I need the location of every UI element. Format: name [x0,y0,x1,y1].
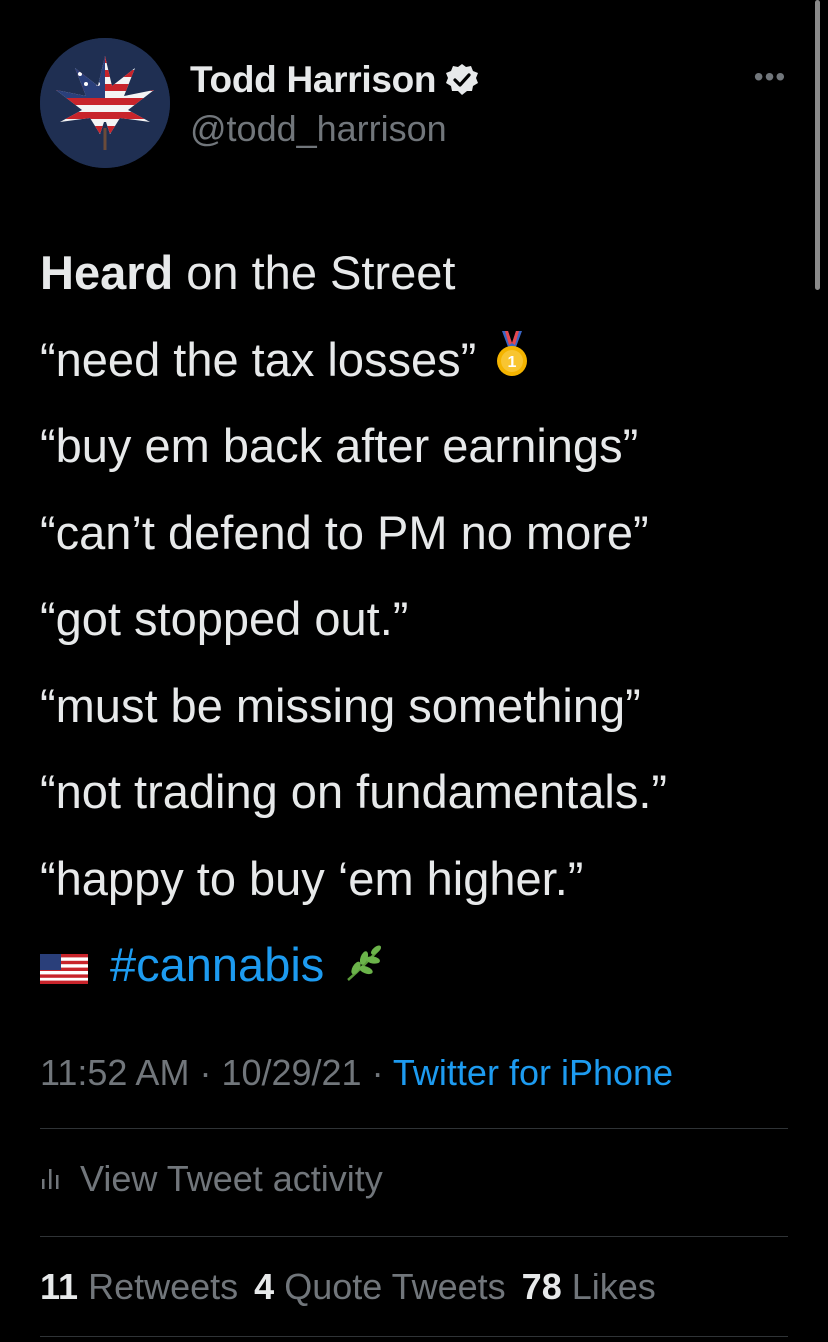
author-display-name[interactable]: Todd Harrison [190,59,437,101]
retweets-stat[interactable]: 11 Retweets [40,1266,238,1307]
quote-tweets-count: 4 [254,1266,275,1307]
tweet-line: “not trading on fundamentals.” [40,765,668,818]
divider [40,1128,788,1129]
usa-flag-cannabis-leaf-avatar [40,38,170,168]
gold-medal-icon: 1 [494,320,530,407]
likes-stat[interactable]: 78 Likes [522,1266,656,1307]
tweet-text: Heard on the Street “need the tax losses… [40,230,810,1009]
tweet-time: 11:52 AM [40,1052,190,1093]
avatar[interactable] [40,38,170,168]
verified-badge-icon [444,62,480,98]
us-flag-icon [40,925,88,1012]
tweet-meta: 11:52 AM · 10/29/21 · Twitter for iPhone [40,1052,673,1094]
divider [40,1236,788,1237]
author-handle[interactable]: @todd_harrison [190,108,447,150]
tweet-detail-view: Todd Harrison @todd_harrison ••• Heard o… [0,0,828,1342]
tweet-date: 10/29/21 [221,1052,362,1093]
tweet-line: Heard on the Street [40,230,810,317]
tweet-line: “got stopped out.” [40,592,409,645]
view-tweet-activity-label: View Tweet activity [80,1158,383,1199]
svg-text:1: 1 [508,354,517,371]
tweet-line-text: “need the tax losses” [40,332,477,386]
meta-separator: · [361,1052,393,1093]
meta-separator: · [189,1052,222,1093]
hashtag-link[interactable]: #cannabis [110,938,324,991]
tweet-line: “need the tax losses” 1 [40,317,810,404]
quote-tweets-label: Quote Tweets [284,1266,506,1307]
scrollbar[interactable] [815,0,820,290]
tweet-source-link[interactable]: Twitter for iPhone [393,1052,673,1093]
hashtag-line: #cannabis [40,922,810,1009]
tweet-line: “happy to buy ‘em higher.” [40,851,584,905]
bar-chart-icon [40,1158,64,1200]
retweets-label: Retweets [88,1266,239,1307]
quote-tweets-stat[interactable]: 4 Quote Tweets [254,1266,506,1307]
retweets-count: 11 [40,1266,79,1307]
more-options-button[interactable]: ••• [748,62,792,92]
tweet-stats: 11 Retweets 4 Quote Tweets 78 Likes [40,1266,656,1308]
tweet-line-text: on the Street [173,246,456,299]
divider [40,1336,788,1337]
tweet-line: “buy em back after earnings” [40,419,639,472]
likes-count: 78 [521,1266,562,1307]
tweet-line: “must be missing something” [40,678,641,732]
likes-label: Likes [571,1266,656,1307]
author-name-row[interactable]: Todd Harrison [190,58,480,102]
view-tweet-activity-button[interactable]: View Tweet activity [40,1158,383,1200]
herb-icon [342,925,386,1012]
tweet-bold-word: Heard [40,246,174,299]
tweet-line: “can’t defend to PM no more” [40,505,649,559]
